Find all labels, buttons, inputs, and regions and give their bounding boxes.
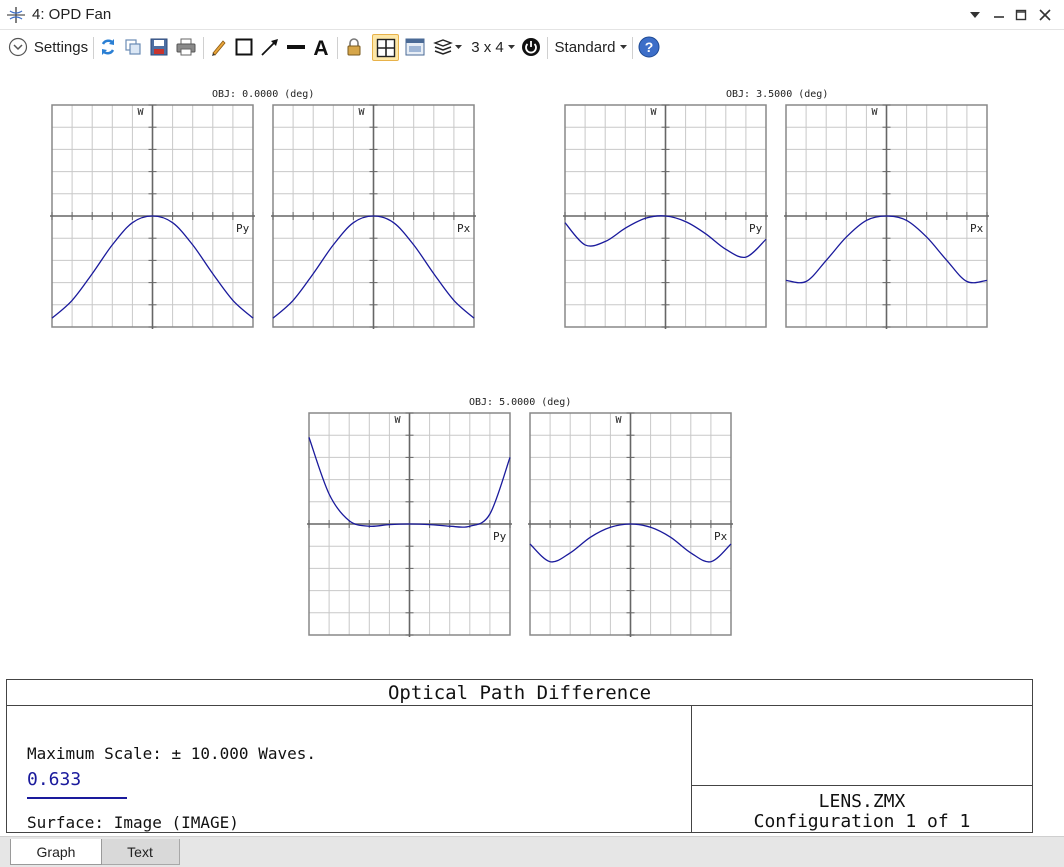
- tab-bar: Text Graph: [0, 836, 1064, 867]
- tangential-fan-plot-1: W Py: [563, 104, 768, 329]
- sagittal-fan-plot-2: W Px: [528, 412, 733, 637]
- wavelength-line: [27, 797, 127, 799]
- print-icon: [176, 38, 196, 56]
- power-button[interactable]: [520, 35, 542, 59]
- text-button[interactable]: A: [310, 35, 332, 59]
- toolbar-separator: [547, 37, 548, 59]
- arrow-button[interactable]: [258, 35, 282, 59]
- pencil-icon: [212, 40, 226, 56]
- settings-label: Settings: [33, 38, 89, 56]
- title-bar: 4: OPD Fan: [0, 0, 1064, 30]
- info-divider: [691, 785, 1032, 786]
- lens-icon: [7, 7, 25, 23]
- tangential-fan-plot-2: W Py: [307, 412, 512, 637]
- dropdown-icon[interactable]: [964, 4, 986, 26]
- style-label: Standard: [554, 38, 616, 56]
- maximize-button[interactable]: [1010, 4, 1032, 26]
- window-button[interactable]: [403, 35, 427, 59]
- crosshair-grid-icon: [376, 38, 395, 57]
- layout-dropdown[interactable]: 3 x 4: [468, 35, 518, 59]
- close-button[interactable]: [1034, 4, 1056, 26]
- info-title: Optical Path Difference: [7, 680, 1032, 706]
- max-scale-text: Maximum Scale: ± 10.000 Waves.: [27, 744, 316, 763]
- chevron-down-icon: [8, 37, 27, 57]
- y-axis-label: W: [359, 107, 366, 118]
- graph-area: OBJ: 0.0000 (deg) OBJ: 3.5000 (deg) OBJ:…: [0, 64, 1064, 680]
- line-button[interactable]: [285, 35, 307, 59]
- layers-icon: [432, 39, 453, 55]
- grid-button[interactable]: [372, 34, 399, 61]
- tab-graph[interactable]: Graph: [10, 839, 102, 865]
- line-icon: [287, 45, 305, 49]
- refresh-icon: [101, 39, 115, 55]
- tangential-fan-plot-0: W Py: [50, 104, 255, 329]
- pupil-axis-label: Py: [493, 530, 507, 543]
- surface-text: Surface: Image (IMAGE): [27, 813, 239, 832]
- minimize-button[interactable]: [988, 4, 1010, 26]
- toolbar-separator: [337, 37, 338, 59]
- svg-text:?: ?: [645, 39, 654, 55]
- pupil-axis-label: Px: [714, 530, 728, 543]
- chevron-down-icon: [620, 44, 628, 49]
- window-icon: [405, 38, 425, 56]
- lock-button[interactable]: [343, 35, 365, 59]
- layout-label: 3 x 4: [471, 38, 504, 56]
- info-box: Optical Path Difference Maximum Scale: ±…: [6, 679, 1033, 833]
- pupil-axis-label: Py: [236, 222, 250, 235]
- save-icon: [150, 38, 168, 56]
- arrow-icon: [261, 39, 278, 56]
- text-icon: A: [313, 37, 328, 57]
- pencil-button[interactable]: [208, 35, 230, 59]
- copy-icon: [125, 39, 141, 55]
- sagittal-fan-plot-0: W Px: [271, 104, 476, 329]
- toolbar-separator: [203, 37, 204, 59]
- copy-button[interactable]: [122, 35, 144, 59]
- settings-button[interactable]: Settings: [6, 35, 90, 59]
- opd-fan-plots: W Py W Px W Py W Px W Py W Px: [50, 104, 989, 637]
- power-icon: [522, 38, 540, 56]
- sagittal-fan-plot-1: W Px: [784, 104, 989, 329]
- chevron-down-icon: [454, 44, 462, 49]
- pupil-axis-label: Py: [749, 222, 763, 235]
- save-button[interactable]: [148, 35, 170, 59]
- filename-text: LENS.ZMX: [818, 791, 906, 812]
- y-axis-label: W: [651, 107, 658, 118]
- layers-dropdown[interactable]: [431, 35, 463, 59]
- toolbar: Settings A 3 x 4 Standard ?: [0, 30, 1064, 64]
- toolbar-separator: [632, 37, 633, 59]
- y-axis-label: W: [395, 415, 402, 426]
- rectangle-icon: [235, 38, 253, 56]
- window-title: 4: OPD Fan: [32, 6, 112, 23]
- svg-text:A: A: [313, 37, 328, 57]
- lock-icon: [347, 38, 361, 56]
- rectangle-button[interactable]: [233, 35, 255, 59]
- tab-text[interactable]: Text: [100, 839, 180, 865]
- print-button[interactable]: [174, 35, 198, 59]
- pupil-axis-label: Px: [457, 222, 471, 235]
- chevron-down-icon: [507, 44, 515, 49]
- style-dropdown[interactable]: Standard: [552, 35, 630, 59]
- help-button[interactable]: ?: [637, 35, 661, 59]
- toolbar-separator: [93, 37, 94, 59]
- help-icon: ?: [638, 36, 660, 58]
- y-axis-label: W: [138, 107, 145, 118]
- configuration-text: Configuration 1 of 1: [753, 811, 971, 832]
- y-axis-label: W: [616, 415, 623, 426]
- wavelength-text: 0.633: [27, 769, 82, 790]
- y-axis-label: W: [872, 107, 879, 118]
- pupil-axis-label: Px: [970, 222, 984, 235]
- refresh-button[interactable]: [97, 35, 119, 59]
